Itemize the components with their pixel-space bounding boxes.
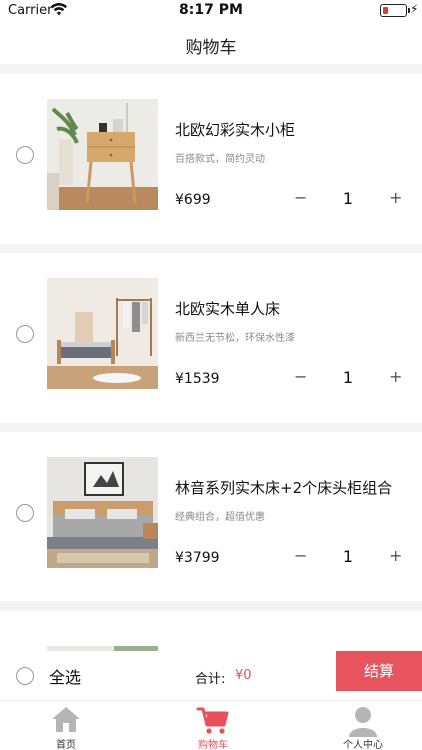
- tab-label: 购物车: [198, 740, 228, 750]
- product-title: 林音系列实木床+2个床头柜组合: [175, 479, 393, 497]
- product-title: 北欧实木单人床: [175, 300, 281, 318]
- quantity-value: 1: [342, 547, 354, 566]
- item-select-radio[interactable]: [16, 504, 34, 522]
- product-price: ¥3799: [175, 550, 220, 566]
- product-subtitle: 新西兰无节松，环保水性漆: [175, 333, 295, 344]
- cart-item: 北欧实木单人床 新西兰无节松，环保水性漆 ¥1539 − 1 +: [0, 253, 422, 423]
- product-title: 北欧幻彩实木小柜: [175, 121, 296, 139]
- tab-bar: 首页 购物车 个人中心: [0, 700, 422, 750]
- page-title: 购物车: [185, 38, 237, 58]
- charging-icon: ⚡: [410, 2, 419, 16]
- decrease-quantity-button[interactable]: −: [294, 367, 307, 386]
- person-icon: [349, 707, 377, 737]
- decrease-quantity-button[interactable]: −: [294, 188, 307, 207]
- total-value: ¥0: [235, 668, 252, 683]
- quantity-value: 1: [342, 368, 354, 387]
- cart-item: 北欧幻彩实木小柜 百搭款式，简约灵动 ¥699 − 1 +: [0, 74, 422, 244]
- home-icon: [52, 707, 80, 732]
- tab-profile[interactable]: 个人中心: [323, 701, 403, 750]
- divider: [0, 64, 422, 74]
- item-select-radio[interactable]: [16, 146, 34, 164]
- select-all-label[interactable]: 全选: [49, 664, 81, 688]
- select-all-radio[interactable]: [16, 667, 34, 685]
- checkout-button[interactable]: 结算: [336, 651, 422, 691]
- product-image[interactable]: [47, 278, 158, 389]
- cart-item: 林音系列实木床+2个床头柜组合 经典组合，超值优惠 ¥3799 − 1 +: [0, 432, 422, 602]
- tab-home[interactable]: 首页: [26, 701, 106, 750]
- battery-icon: [380, 4, 410, 17]
- product-image[interactable]: [47, 99, 158, 210]
- increase-quantity-button[interactable]: +: [389, 367, 402, 386]
- status-bar: Carrier 8:17 PM ⚡: [0, 0, 422, 22]
- clock: 8:17 PM: [179, 2, 243, 18]
- tab-label: 首页: [56, 740, 76, 750]
- cart-icon: [196, 707, 229, 734]
- item-select-radio[interactable]: [16, 325, 34, 343]
- tab-label: 个人中心: [343, 740, 383, 750]
- tab-cart[interactable]: 购物车: [173, 701, 253, 750]
- decrease-quantity-button[interactable]: −: [294, 546, 307, 565]
- product-subtitle: 经典组合，超值优惠: [175, 512, 265, 523]
- increase-quantity-button[interactable]: +: [389, 188, 402, 207]
- product-image[interactable]: [47, 637, 158, 652]
- divider: [0, 601, 422, 611]
- increase-quantity-button[interactable]: +: [389, 546, 402, 565]
- product-image[interactable]: [47, 457, 158, 568]
- product-price: ¥699: [175, 192, 211, 208]
- product-price: ¥1539: [175, 371, 220, 387]
- total-label: 合计:: [195, 672, 226, 687]
- product-subtitle: 百搭款式，简约灵动: [175, 154, 265, 165]
- quantity-value: 1: [342, 189, 354, 208]
